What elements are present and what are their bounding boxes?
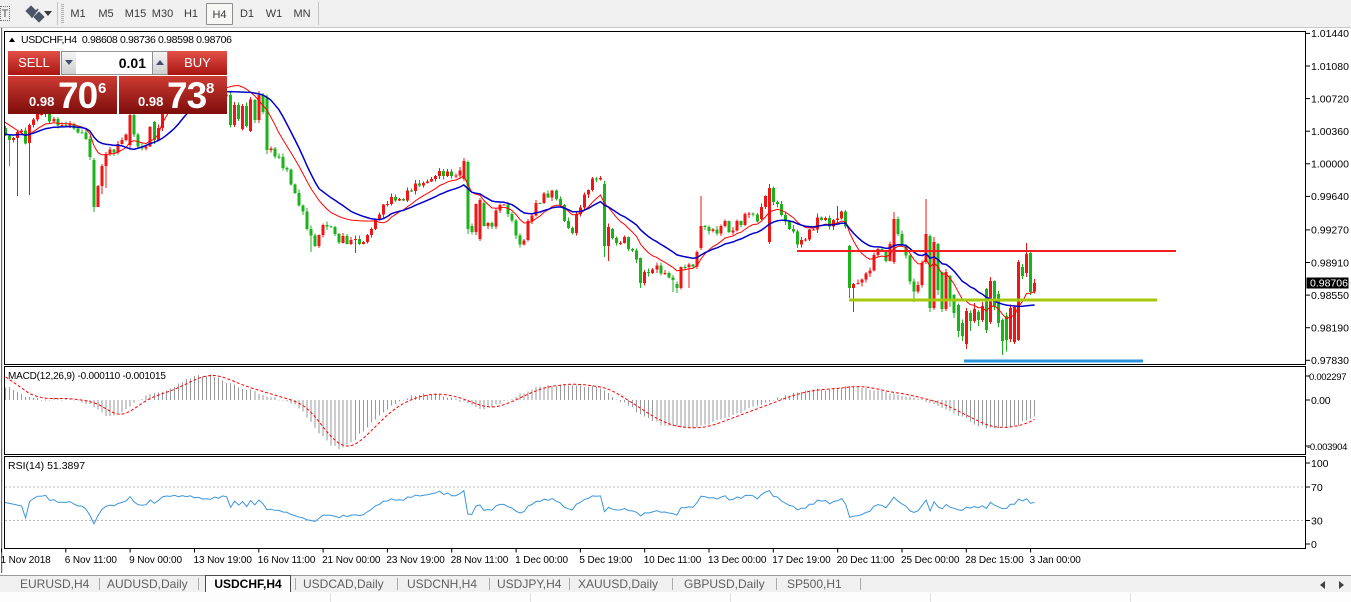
svg-text:1.01440: 1.01440 [1311,28,1349,40]
svg-text:1.00720: 1.00720 [1311,93,1349,105]
svg-text:USDCHF,H4 0.98608 0.98736 0.9: USDCHF,H4 0.98608 0.98736 0.98598 0.9870… [21,34,232,46]
svg-text:1 Dec 00:00: 1 Dec 00:00 [515,555,568,566]
svg-text:-0.003904: -0.003904 [1307,442,1347,453]
svg-text:23 Nov 19:00: 23 Nov 19:00 [386,555,445,566]
svg-text:20 Dec 11:00: 20 Dec 11:00 [837,555,895,566]
svg-text:1.01080: 1.01080 [1311,61,1349,73]
svg-text:16 Nov 11:00: 16 Nov 11:00 [258,555,316,566]
svg-text:0.99270: 0.99270 [1311,225,1349,237]
svg-text:13 Dec 00:00: 13 Dec 00:00 [708,555,767,566]
svg-text:9 Nov 00:00: 9 Nov 00:00 [129,555,182,566]
svg-text:30: 30 [1311,515,1323,527]
svg-text:3 Jan 00:00: 3 Jan 00:00 [1030,555,1082,566]
svg-text:0.98910: 0.98910 [1311,257,1349,269]
svg-text:0.98706: 0.98706 [1310,278,1348,290]
svg-text:5 Dec 19:00: 5 Dec 19:00 [579,555,632,566]
svg-text:17 Dec 19:00: 17 Dec 19:00 [772,555,831,566]
svg-text:13 Nov 19:00: 13 Nov 19:00 [194,555,253,566]
svg-text:1 Nov 2018: 1 Nov 2018 [1,555,52,566]
svg-text:1.00360: 1.00360 [1311,126,1349,138]
svg-text:28 Nov 11:00: 28 Nov 11:00 [451,555,509,566]
svg-text:70: 70 [1311,482,1323,494]
svg-text:0.97830: 0.97830 [1311,355,1349,367]
svg-text:0.98190: 0.98190 [1311,323,1349,335]
svg-text:6 Nov 11:00: 6 Nov 11:00 [65,555,118,566]
svg-text:10 Dec 11:00: 10 Dec 11:00 [644,555,702,566]
svg-text:0.00: 0.00 [1311,395,1331,407]
svg-text:21 Nov 00:00: 21 Nov 00:00 [322,555,381,566]
svg-text:25 Dec 00:00: 25 Dec 00:00 [901,555,960,566]
svg-text:100: 100 [1311,458,1329,470]
svg-text:MACD(12,26,9) -0.000110 -0.001: MACD(12,26,9) -0.000110 -0.001015 [8,371,166,382]
svg-text:0.002297: 0.002297 [1309,372,1346,383]
svg-text:0.98550: 0.98550 [1311,290,1349,302]
svg-text:RSI(14) 51.3897: RSI(14) 51.3897 [8,460,85,472]
svg-text:1.00000: 1.00000 [1311,159,1349,171]
svg-text:0: 0 [1311,539,1317,551]
svg-text:28 Dec 15:00: 28 Dec 15:00 [965,555,1024,566]
svg-text:0.99640: 0.99640 [1311,191,1349,203]
